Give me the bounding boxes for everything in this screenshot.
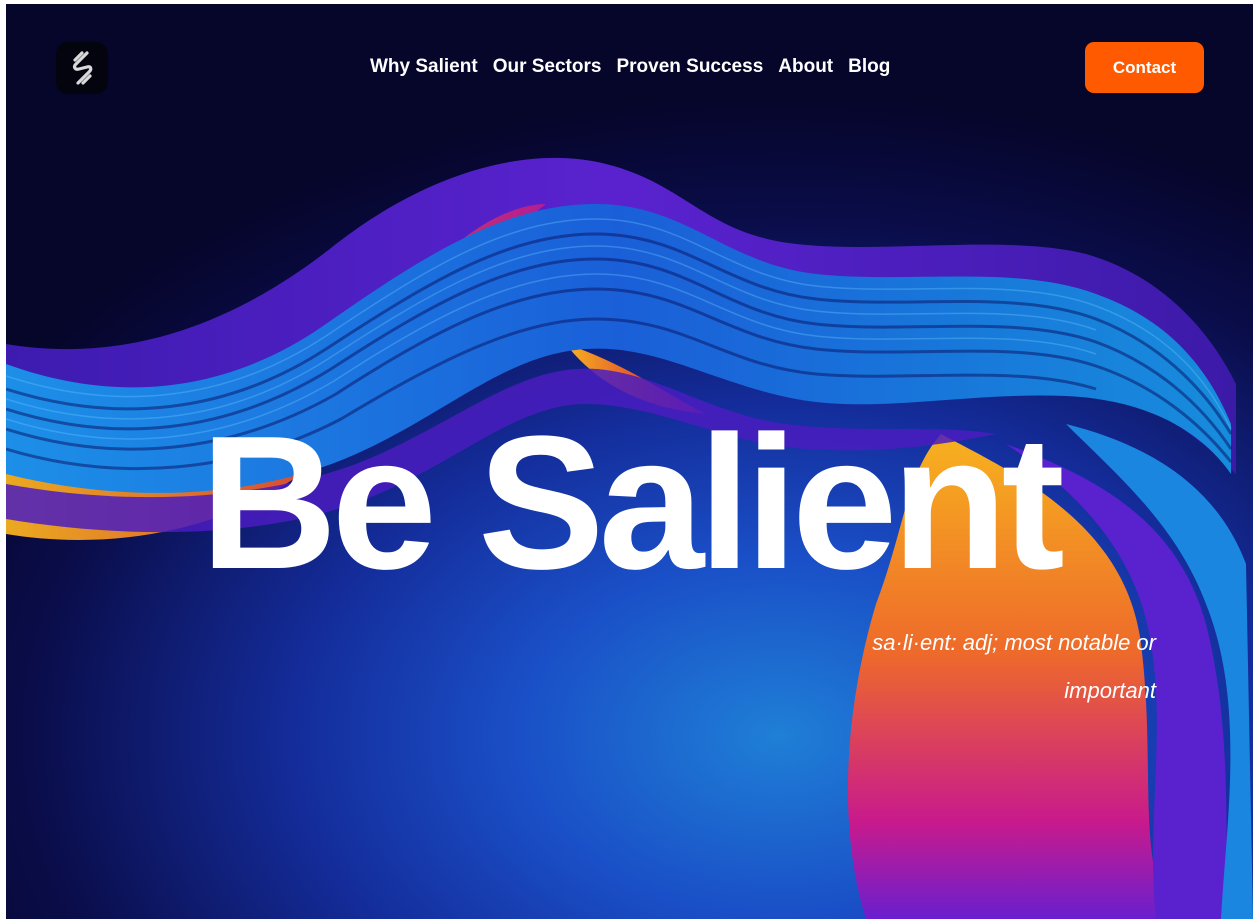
logo[interactable] [56, 42, 108, 94]
nav-link-blog[interactable]: Blog [848, 56, 890, 78]
nav-link-our-sectors[interactable]: Our Sectors [493, 56, 602, 78]
nav-link-why-salient[interactable]: Why Salient [370, 56, 478, 78]
contact-button[interactable]: Contact [1085, 42, 1204, 93]
hero-title: Be Salient [200, 397, 1065, 609]
main-nav: Why Salient Our Sectors Proven Success A… [370, 56, 890, 78]
salient-s-logo-icon [72, 51, 93, 85]
hero-definition: sa·li·ent: adj; most notable or importan… [872, 630, 1156, 703]
hero-section: Why Salient Our Sectors Proven Success A… [6, 4, 1253, 919]
nav-link-about[interactable]: About [778, 56, 833, 78]
nav-link-proven-success[interactable]: Proven Success [616, 56, 763, 78]
